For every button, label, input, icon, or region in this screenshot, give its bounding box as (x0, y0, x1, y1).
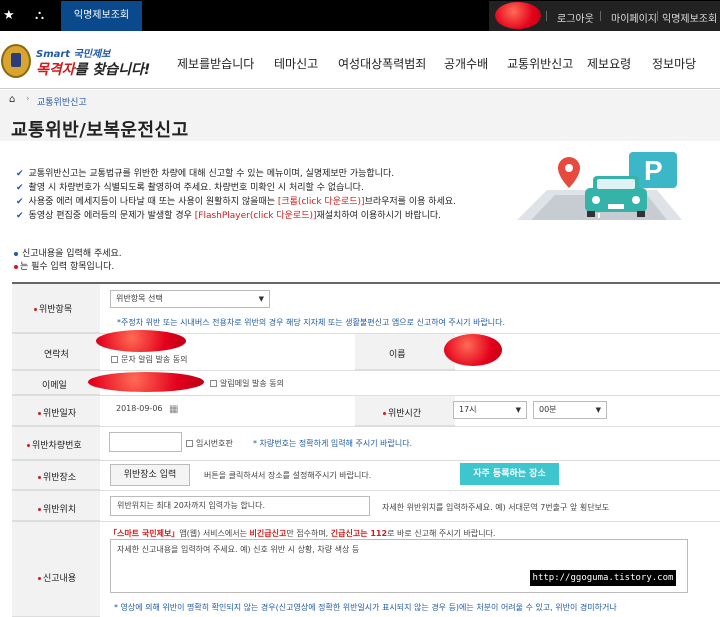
check-icon: ✔ (16, 183, 24, 193)
calendar-icon[interactable]: ▦ (169, 404, 178, 415)
guide-required: 는 필수 입력 항목입니다. (14, 259, 114, 272)
temp-plate-option[interactable]: 임시번호판 (186, 438, 233, 449)
sitemap-icon[interactable]: ⛬ (35, 8, 44, 23)
svg-text:P: P (644, 155, 663, 186)
nav-guide[interactable]: 제보요령 (587, 55, 631, 72)
violation-item-select[interactable]: 위반항목 선택 ▼ (110, 290, 270, 308)
nav-theme[interactable]: 테마신고 (274, 55, 318, 72)
plate-note: * 차량번호는 정확하게 입력해 주시기 바랍니다. (253, 439, 413, 448)
star-icon[interactable]: ★ (3, 8, 15, 23)
separator (546, 11, 547, 21)
row-divider (12, 490, 720, 491)
mypage-link[interactable]: 마이페이지 (611, 10, 657, 25)
guide-enter: 신고내용을 입력해 주세요. (14, 246, 122, 259)
caret-down-icon: ▼ (258, 295, 264, 303)
nav-traffic[interactable]: 교통위반신고 (507, 55, 573, 72)
police-emblem-icon[interactable] (1, 44, 31, 78)
row-divider (12, 521, 720, 522)
check-icon: ✔ (16, 197, 24, 207)
location-hint: 자세한 위반위치를 입력하주세요. 예) 서대문역 7번출구 앞 횡단보도 (382, 503, 610, 512)
caret-down-icon: ▼ (595, 406, 601, 414)
breadcrumb: ⌂ › 교통위반신고 (0, 90, 720, 110)
nav-wanted[interactable]: 공개수배 (444, 55, 488, 72)
content-emergency-note: 「스마트 국민제보」앱(웹) 서비스에서는 비긴급신고만 접수하며, 긴급신고는… (109, 529, 496, 538)
breadcrumb-current[interactable]: 교통위반신고 (37, 95, 87, 108)
plate-input[interactable] (109, 432, 182, 452)
place-input-button[interactable]: 위반장소 입력 (110, 464, 190, 486)
minute-select[interactable]: 00분 ▼ (533, 401, 607, 419)
top-bar: ★ ⛬ 익명제보조회 로그아웃 마이페이지 익명제보조회 (0, 0, 720, 31)
redacted-contact (96, 330, 186, 352)
anon-lookup-tab[interactable]: 익명제보조회 (61, 1, 142, 31)
row-divider (12, 370, 720, 371)
watermark: http://ggoguma.tistory.com (530, 570, 676, 586)
contact-label: 연락처 (44, 350, 69, 360)
chevron-right-icon: › (26, 94, 30, 104)
site-header: Smart 국민제보 목격자를 찾습니다! 제보를받습니다 테마신고 여성대상폭… (0, 31, 720, 89)
email-label: 이메일 (42, 381, 67, 391)
content-footer-note: * 영상에 의해 위반이 명확히 확인되지 않는 경우(신고영상에 정확한 위반… (114, 603, 617, 612)
form-top-border (12, 282, 720, 284)
page-title: 교통위반/보복운전신고 (11, 120, 189, 141)
redacted-user (495, 2, 541, 29)
violation-time-label: 위반시간 (383, 406, 421, 419)
place-label: 위반장소 (38, 470, 76, 483)
check-icon: ✔ (16, 169, 24, 179)
logout-link[interactable]: 로그아웃 (557, 10, 594, 25)
mail-consent[interactable]: 알림메일 발송 동의 (210, 378, 284, 389)
sms-consent[interactable]: 문자 알림 발송 동의 (111, 354, 188, 365)
notice-3: ✔ 사용중 에러 메세지등이 나타날 때 또는 사용이 원활하지 않을때는 [크롬… (16, 197, 456, 207)
checkbox (186, 440, 193, 447)
logo-title[interactable]: 목격자를 찾습니다! (36, 59, 150, 79)
violation-date-label: 위반일자 (38, 406, 76, 419)
frequent-place-button[interactable]: 자주 등록하는 장소 (460, 463, 559, 485)
notice-4: ✔ 동영상 편집중 에러등의 문제가 발생할 경우 [FlashPlayer(cl… (16, 211, 442, 221)
separator (600, 11, 601, 21)
chrome-download-link[interactable]: [크롬(click 다운로드)] (278, 197, 365, 207)
logo-smart[interactable]: Smart 국민제보 (36, 45, 110, 60)
separator (657, 11, 658, 21)
nav-women-violence[interactable]: 여성대상폭력범죄 (338, 55, 426, 72)
plate-label: 위반차량번호 (27, 438, 82, 451)
traffic-illustration-icon: P (517, 152, 682, 220)
check-icon: ✔ (16, 211, 24, 221)
row-divider (12, 395, 720, 396)
hour-select[interactable]: 17시 ▼ (453, 401, 527, 419)
notice-1: ✔ 교통위반신고는 교통법규를 위반한 차량에 대해 신고할 수 있는 메뉴이며,… (16, 169, 395, 179)
violation-item-label: 위반항목 (34, 302, 72, 315)
checkbox (111, 356, 118, 363)
home-icon[interactable]: ⌂ (9, 94, 15, 105)
flash-download-link[interactable]: [FlashPlayer(click 다운로드)] (195, 211, 317, 221)
caret-down-icon: ▼ (515, 406, 521, 414)
location-label: 위반위치 (38, 502, 76, 515)
row-divider (12, 460, 720, 461)
place-hint: 버튼을 클릭하셔서 장소를 설정해주시기 바랍니다. (204, 471, 372, 480)
location-input[interactable]: 위반위치는 최대 20자까지 입력가능 합니다. (110, 496, 370, 516)
row-divider (12, 426, 720, 427)
notice-2: ✔ 촬영 시 차량번호가 식별되도록 촬영하여 주세요. 차량번호 미확인 시 처… (16, 183, 364, 193)
anon-lookup-link[interactable]: 익명제보조회 (662, 10, 717, 25)
checkbox (210, 380, 217, 387)
name-label: 이름 (389, 350, 406, 360)
violation-item-note: *주정차 위반 또는 시내버스 전용차로 위반의 경우 해당 지자체 또는 생활… (117, 318, 506, 327)
nav-info[interactable]: 정보마당 (652, 55, 696, 72)
label-cell (12, 522, 100, 617)
redacted-email (88, 372, 204, 392)
content-label: 신고내용 (38, 571, 76, 584)
redacted-name (444, 334, 502, 366)
nav-report[interactable]: 제보를받습니다 (177, 55, 254, 72)
